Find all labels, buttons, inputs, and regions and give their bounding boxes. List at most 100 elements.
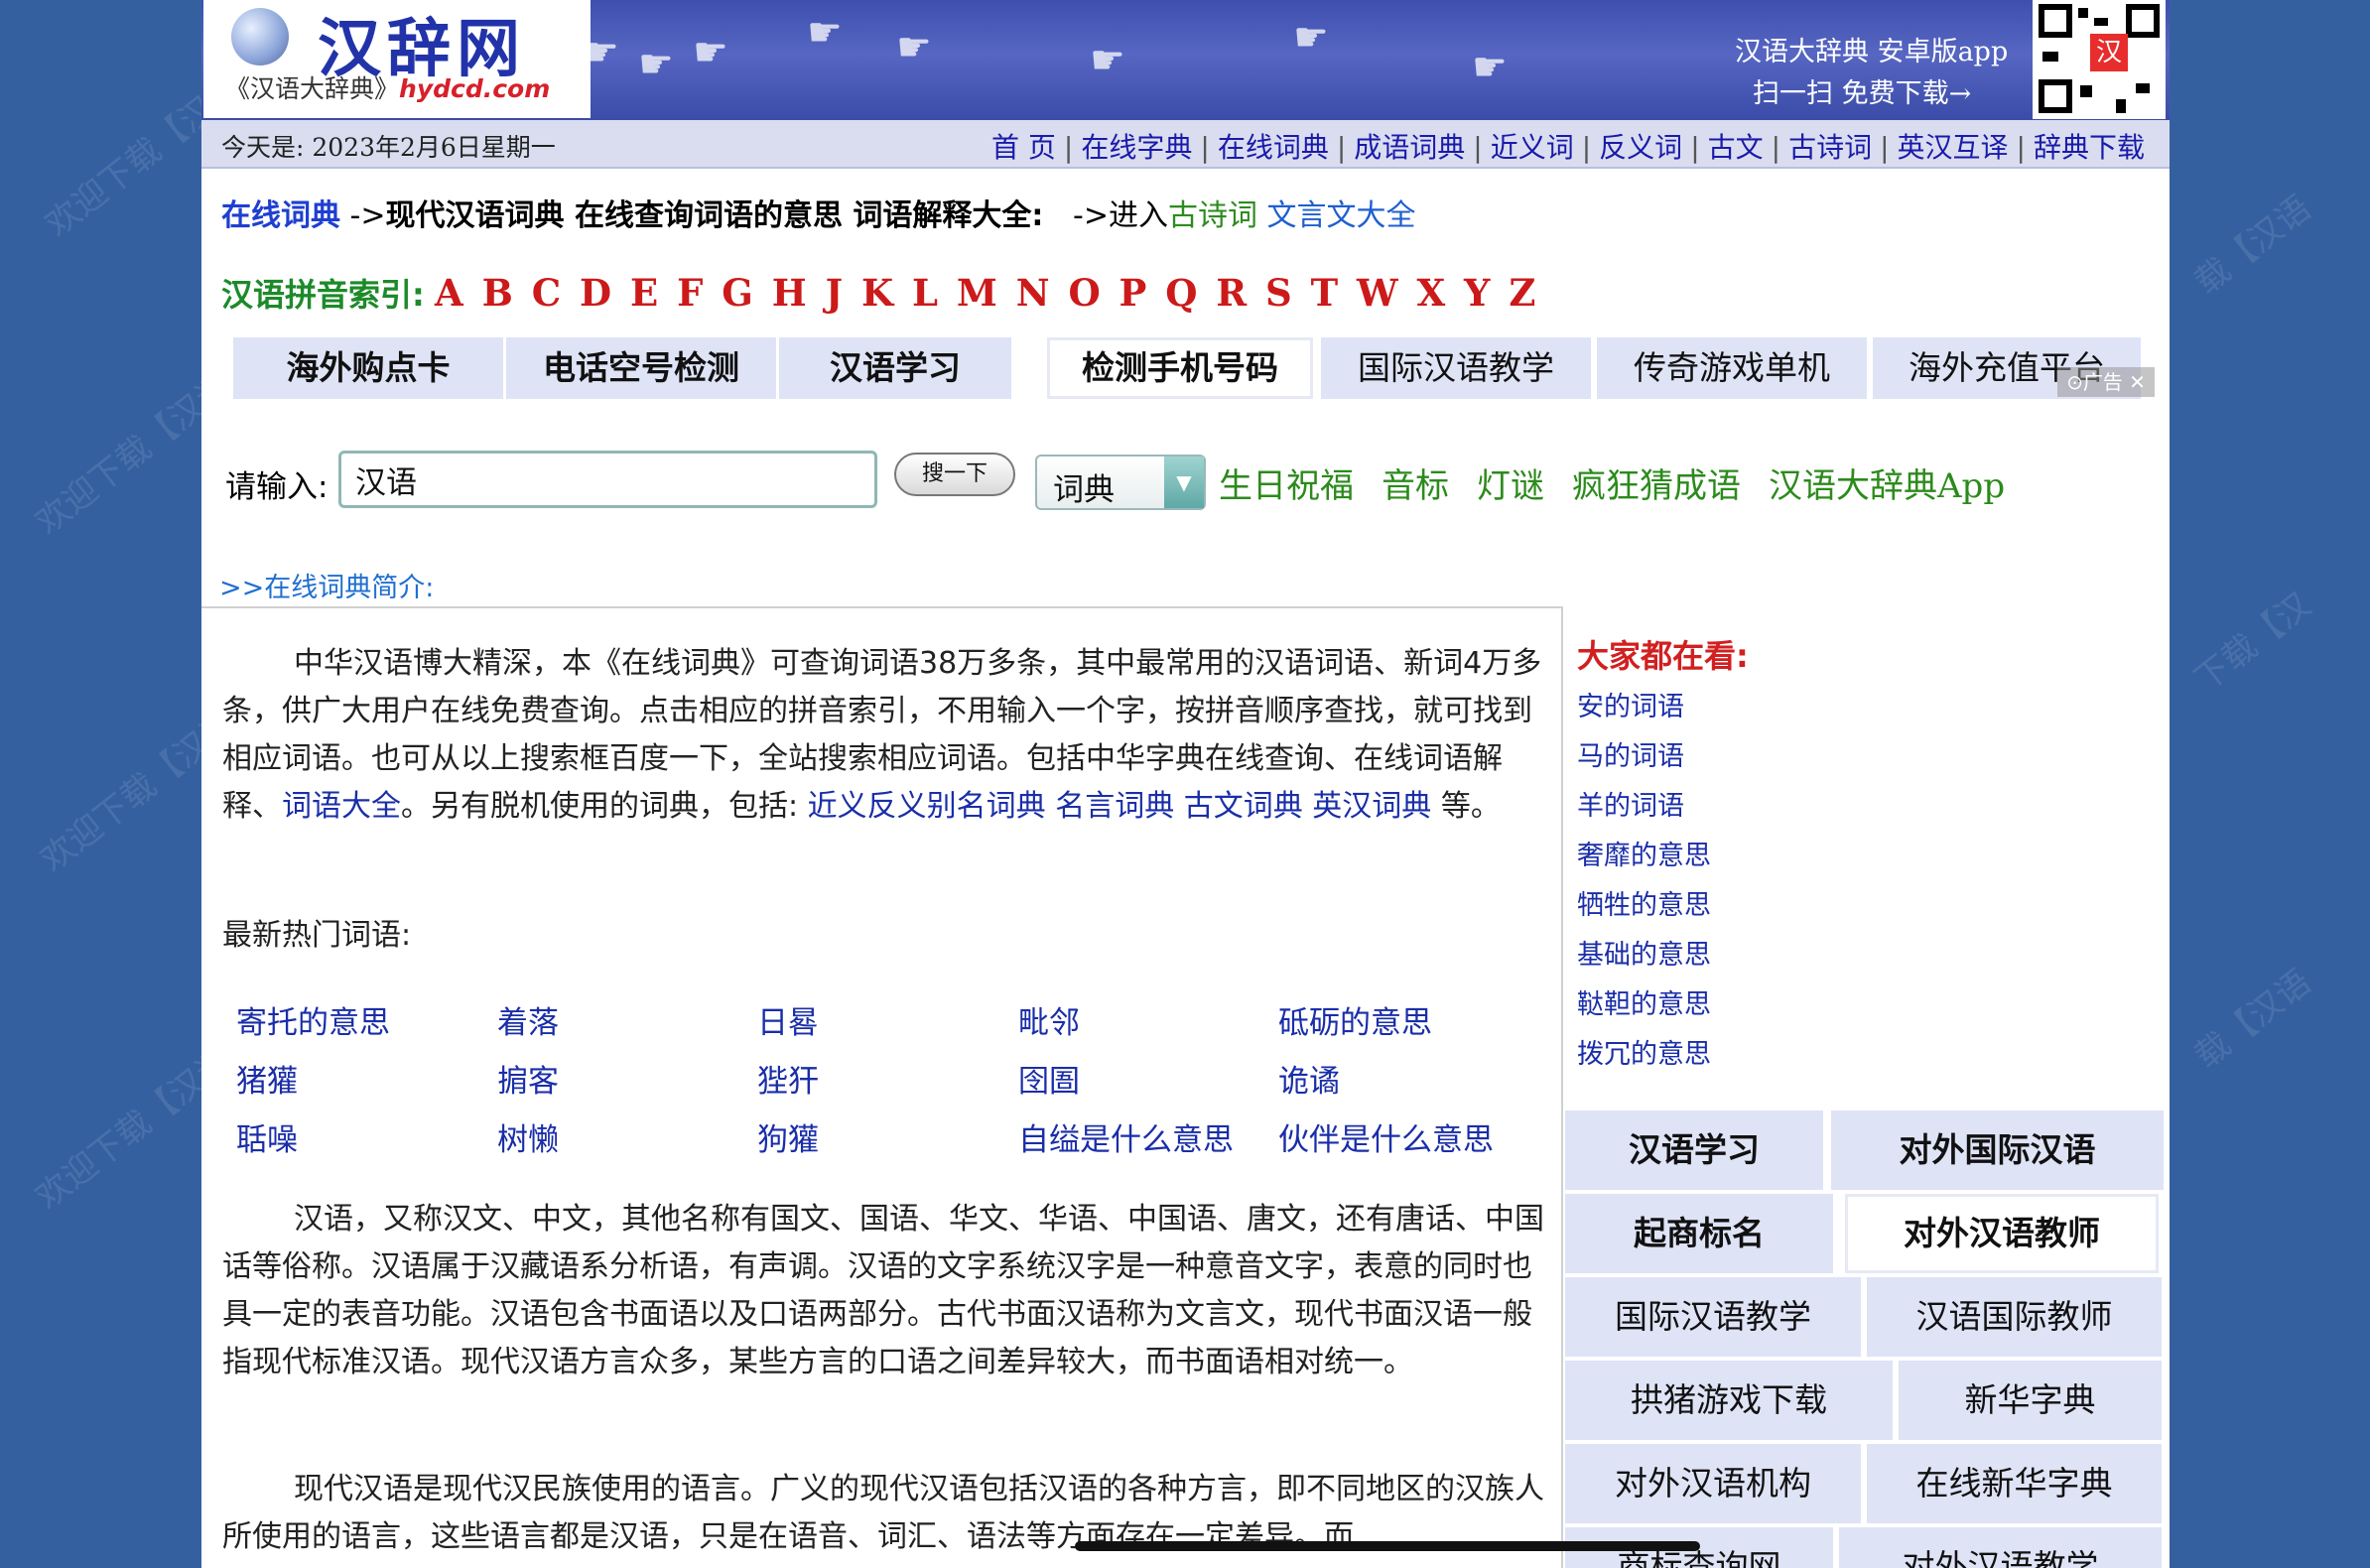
ad-tab[interactable]: 海外购点卡 [233, 337, 503, 399]
intro-paragraph: 中华汉语博大精深，本《在线词典》可查询词语38万多条，其中最常用的汉语词语、新词… [222, 640, 1552, 831]
link-english-dict[interactable]: 英汉词典 [1312, 789, 1431, 824]
sidebar-button[interactable]: 汉语学习 [1565, 1111, 1823, 1190]
sidebar-button[interactable]: 对外国际汉语 [1831, 1111, 2164, 1190]
sidebar-button[interactable]: 起商标名 [1565, 1194, 1833, 1273]
pinyin-letters[interactable]: A B C D E F G H J K L M N O P Q R S T W … [435, 271, 1538, 315]
sidebar-link[interactable]: 拨冗的意思 [1577, 1032, 1711, 1071]
hot-word[interactable]: 狴犴 [757, 1056, 819, 1101]
sidebar-link[interactable]: 鞑靼的意思 [1577, 982, 1711, 1021]
ad-tab[interactable]: 汉语学习 [779, 337, 1011, 399]
hot-word[interactable]: 狗獾 [757, 1114, 819, 1159]
hand-cursor-icon: ☛ [1090, 38, 1125, 83]
breadcrumb-link[interactable]: 在线词典 [221, 198, 340, 233]
home-indicator[interactable] [1075, 1541, 1700, 1551]
nav-links: 首 页 | 在线字典 | 在线词典 | 成语词典 | 近义词 | 反义词 | 古文 | 古诗词 | 英汉互译 | 辞… [991, 131, 2145, 164]
sidebar-link[interactable]: 马的词语 [1577, 734, 1684, 773]
sidebar-button[interactable]: 对外汉语教学 [1839, 1527, 2162, 1568]
sidebar-title: 大家都在看: [1577, 637, 1749, 675]
hot-word[interactable]: 诡谲 [1278, 1056, 1340, 1101]
top-nav-bar: 今天是: 2023年2月6日星期一 首 页 | 在线字典 | 在线词典 | 成语词典 | 近义词… [201, 120, 2170, 169]
sidebar-button[interactable]: 国际汉语教学 [1565, 1277, 1861, 1357]
hot-word[interactable]: 猪獾 [236, 1056, 298, 1101]
logo-subtitle: 《汉语大辞典》hydcd.com [225, 69, 550, 105]
quick-link-riddles[interactable]: 灯谜 [1477, 466, 1544, 506]
breadcrumb-arrow: -> [340, 198, 386, 233]
breadcrumb: 在线词典 ->现代汉语词典 在线查询词语的意思 词语解释大全: [221, 191, 1043, 234]
quick-link-phonetic[interactable]: 音标 [1382, 466, 1449, 506]
dictionary-select[interactable]: 词典 ▼ [1035, 455, 1206, 510]
link-quote-dict[interactable]: 名言词典 [1055, 789, 1174, 824]
sidebar-link[interactable]: 安的词语 [1577, 685, 1684, 723]
hand-cursor-icon: ☛ [638, 42, 674, 87]
sidebar-link[interactable]: 羊的词语 [1577, 784, 1684, 823]
sidebar-button[interactable]: 汉语国际教师 [1867, 1277, 2162, 1357]
hand-cursor-icon: ☛ [807, 10, 843, 56]
intro-text: 等。 [1431, 789, 1501, 824]
quick-link-app[interactable]: 汉语大辞典App [1769, 466, 2005, 506]
hot-word[interactable]: 囹圄 [1018, 1056, 1080, 1101]
ad-tab[interactable]: 电话空号检测 [506, 337, 776, 399]
nav-link-guwen[interactable]: 古文 [1708, 131, 1764, 164]
ad-badge[interactable]: ⊙广告 ✕ [2057, 367, 2155, 397]
sidebar-link[interactable]: 基础的意思 [1577, 933, 1711, 972]
app-download-title[interactable]: 汉语大辞典 安卓版app [1735, 30, 2008, 68]
nav-link-synonyms[interactable]: 近义词 [1491, 131, 1574, 164]
hot-word[interactable]: 掮客 [497, 1056, 559, 1101]
sidebar-button[interactable]: 对外汉语机构 [1565, 1444, 1861, 1523]
enter-link-poetry[interactable]: 古诗词 [1168, 198, 1257, 233]
ad-tab[interactable]: 国际汉语教学 [1321, 337, 1591, 399]
nav-link-download[interactable]: 辞典下载 [2034, 131, 2145, 164]
page-container: 汉辞网 《汉语大辞典》hydcd.com ☛ ☛ ☛ ☛ ☛ ☛ ☛ ☛ 汉语大… [201, 0, 2170, 1568]
app-download-hint[interactable]: 扫一扫 免费下载→ [1753, 71, 1971, 110]
sidebar-button[interactable]: 拱猪游戏下载 [1565, 1361, 1893, 1440]
link-ciyu-daquan[interactable]: 词语大全 [282, 789, 401, 824]
hot-word[interactable]: 寄托的意思 [236, 997, 390, 1042]
sidebar-button[interactable]: 在线新华字典 [1867, 1444, 2162, 1523]
site-logo[interactable]: 汉辞网 《汉语大辞典》hydcd.com [203, 0, 591, 118]
hot-word[interactable]: 树懒 [497, 1114, 559, 1159]
background-watermark: 载【汉语 [2187, 962, 2319, 1077]
hanyu-paragraph: 汉语，又称汉文、中文，其他名称有国文、国语、华文、华语、中国语、唐文，还有唐话、… [222, 1202, 1544, 1379]
hot-word[interactable]: 日晷 [757, 997, 819, 1042]
enter-links: ->进入古诗词 文言文大全 [1073, 191, 1416, 234]
hot-word[interactable]: 自缢是什么意思 [1018, 1114, 1234, 1159]
nav-link-zidian[interactable]: 在线字典 [1081, 131, 1192, 164]
background-watermark: 下载【汉 [2187, 585, 2319, 700]
link-guwen-dict[interactable]: 古文词典 [1184, 789, 1303, 824]
sidebar-button[interactable]: 新华字典 [1899, 1361, 2162, 1440]
link-synonym-dict[interactable]: 近义反义别名词典 [808, 789, 1046, 824]
hot-word[interactable]: 砥砺的意思 [1278, 997, 1432, 1042]
background-watermark: 载【汉语 [2187, 188, 2319, 303]
today-date: 今天是: 2023年2月6日星期一 [221, 133, 556, 162]
nav-link-translate[interactable]: 英汉互译 [1898, 131, 2009, 164]
hot-words-title: 最新热门词语: [222, 918, 412, 953]
hot-word[interactable]: 毗邻 [1018, 997, 1080, 1042]
hot-word[interactable]: 着落 [497, 997, 559, 1042]
quick-link-birthday[interactable]: 生日祝福 [1219, 466, 1354, 506]
hand-cursor-icon: ☛ [896, 25, 932, 70]
search-button[interactable]: 搜一下 [894, 453, 1015, 496]
nav-link-chengyu[interactable]: 成语词典 [1354, 131, 1465, 164]
hot-word[interactable]: 伙伴是什么意思 [1278, 1114, 1494, 1159]
sidebar-link[interactable]: 牺牲的意思 [1577, 883, 1711, 922]
search-input[interactable] [338, 451, 877, 508]
nav-link-home[interactable]: 首 页 [991, 131, 1056, 164]
enter-link-wenyan[interactable]: 文言文大全 [1267, 198, 1416, 233]
globe-icon [231, 8, 289, 65]
search-label: 请输入: [225, 469, 329, 505]
quick-link-idiom-game[interactable]: 疯狂猜成语 [1572, 466, 1741, 506]
ad-tab[interactable]: 检测手机号码 [1047, 337, 1313, 399]
page-title: 现代汉语词典 在线查询词语的意思 词语解释大全: [385, 198, 1044, 233]
dictionary-select-value: 词典 [1053, 472, 1115, 508]
ad-tab[interactable]: 传奇游戏单机 [1597, 337, 1867, 399]
nav-link-poetry[interactable]: 古诗词 [1788, 131, 1872, 164]
nav-link-antonyms[interactable]: 反义词 [1599, 131, 1682, 164]
nav-link-cidian[interactable]: 在线词典 [1218, 131, 1329, 164]
intro-link[interactable]: >>在线词典简介: [219, 566, 434, 604]
sidebar-link[interactable]: 奢靡的意思 [1577, 834, 1711, 872]
sidebar-button[interactable]: 对外汉语教师 [1845, 1194, 2159, 1273]
qr-center-mark: 汉 [2090, 34, 2128, 71]
qr-code[interactable]: 汉 [2033, 0, 2166, 119]
hot-word[interactable]: 聒噪 [236, 1114, 298, 1159]
hand-cursor-icon: ☛ [1293, 15, 1329, 61]
